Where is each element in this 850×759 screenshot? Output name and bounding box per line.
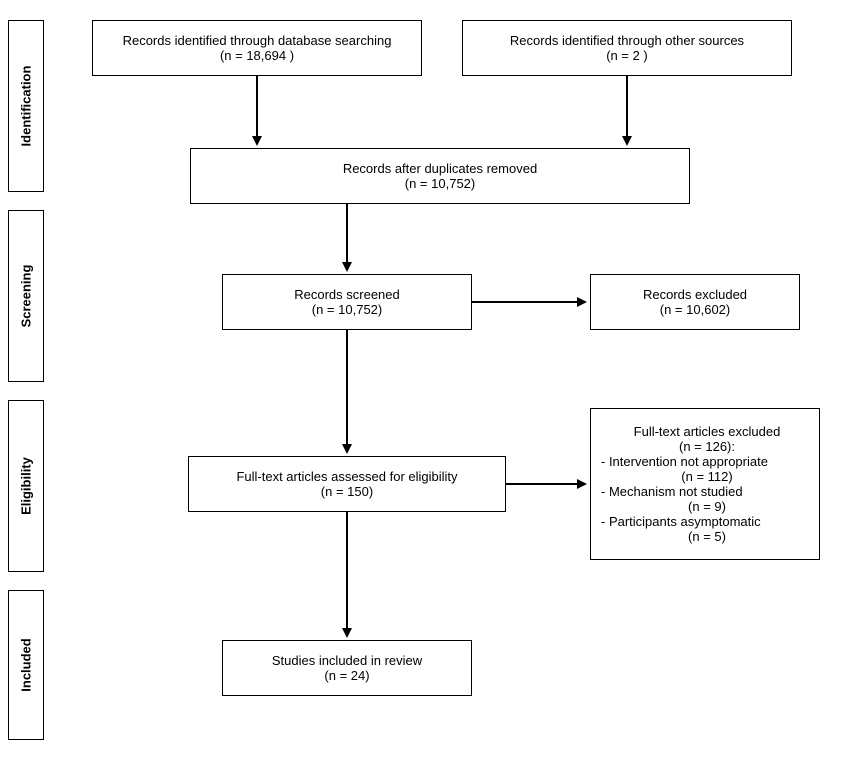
box-fulltext-excluded: Full-text articles excluded (n = 126): -… — [590, 408, 820, 560]
arrowhead-icon — [622, 136, 632, 146]
box-text: (n = 126): — [679, 439, 735, 454]
box-text: (n = 2 ) — [606, 48, 648, 63]
phase-eligibility: Eligibility — [8, 400, 44, 572]
box-text: - Intervention not appropriate — [601, 454, 768, 469]
box-included: Studies included in review (n = 24) — [222, 640, 472, 696]
box-text: (n = 150) — [321, 484, 373, 499]
box-text: Full-text articles excluded — [634, 424, 781, 439]
arrowhead-icon — [342, 628, 352, 638]
box-text: (n = 10,602) — [660, 302, 730, 317]
arrowhead-icon — [577, 479, 587, 489]
prisma-flow-diagram: Identification Screening Eligibility Inc… — [0, 0, 850, 759]
box-db-search: Records identified through database sear… — [92, 20, 422, 76]
box-text: - Mechanism not studied — [601, 484, 743, 499]
arrowhead-icon — [342, 262, 352, 272]
box-text: (n = 112) — [681, 469, 732, 484]
phase-identification: Identification — [8, 20, 44, 192]
box-text: Records identified through other sources — [510, 33, 744, 48]
phase-screening: Screening — [8, 210, 44, 382]
box-text: (n = 10,752) — [312, 302, 382, 317]
arrow — [256, 76, 258, 136]
arrowhead-icon — [577, 297, 587, 307]
box-text: (n = 9) — [688, 499, 726, 514]
box-text: Records screened — [294, 287, 400, 302]
arrow — [506, 483, 577, 485]
box-text: Records excluded — [643, 287, 747, 302]
phase-label: Identification — [19, 66, 34, 147]
arrow — [472, 301, 577, 303]
box-screened: Records screened (n = 10,752) — [222, 274, 472, 330]
box-text: (n = 10,752) — [405, 176, 475, 191]
box-text: (n = 5) — [688, 529, 726, 544]
box-text: (n = 18,694 ) — [220, 48, 294, 63]
arrowhead-icon — [252, 136, 262, 146]
box-text: Full-text articles assessed for eligibil… — [236, 469, 457, 484]
box-text: Records after duplicates removed — [343, 161, 537, 176]
box-text: Records identified through database sear… — [123, 33, 392, 48]
arrow — [346, 512, 348, 628]
phase-label: Included — [19, 638, 34, 691]
phase-label: Eligibility — [19, 457, 34, 515]
box-text: Studies included in review — [272, 653, 422, 668]
box-excluded-screening: Records excluded (n = 10,602) — [590, 274, 800, 330]
phase-label: Screening — [19, 265, 34, 328]
phase-included: Included — [8, 590, 44, 740]
arrowhead-icon — [342, 444, 352, 454]
box-after-duplicates: Records after duplicates removed (n = 10… — [190, 148, 690, 204]
box-text: - Participants asymptomatic — [601, 514, 761, 529]
arrow — [626, 76, 628, 136]
arrow — [346, 204, 348, 262]
box-other-sources: Records identified through other sources… — [462, 20, 792, 76]
box-fulltext-assessed: Full-text articles assessed for eligibil… — [188, 456, 506, 512]
box-text: (n = 24) — [324, 668, 369, 683]
arrow — [346, 330, 348, 444]
